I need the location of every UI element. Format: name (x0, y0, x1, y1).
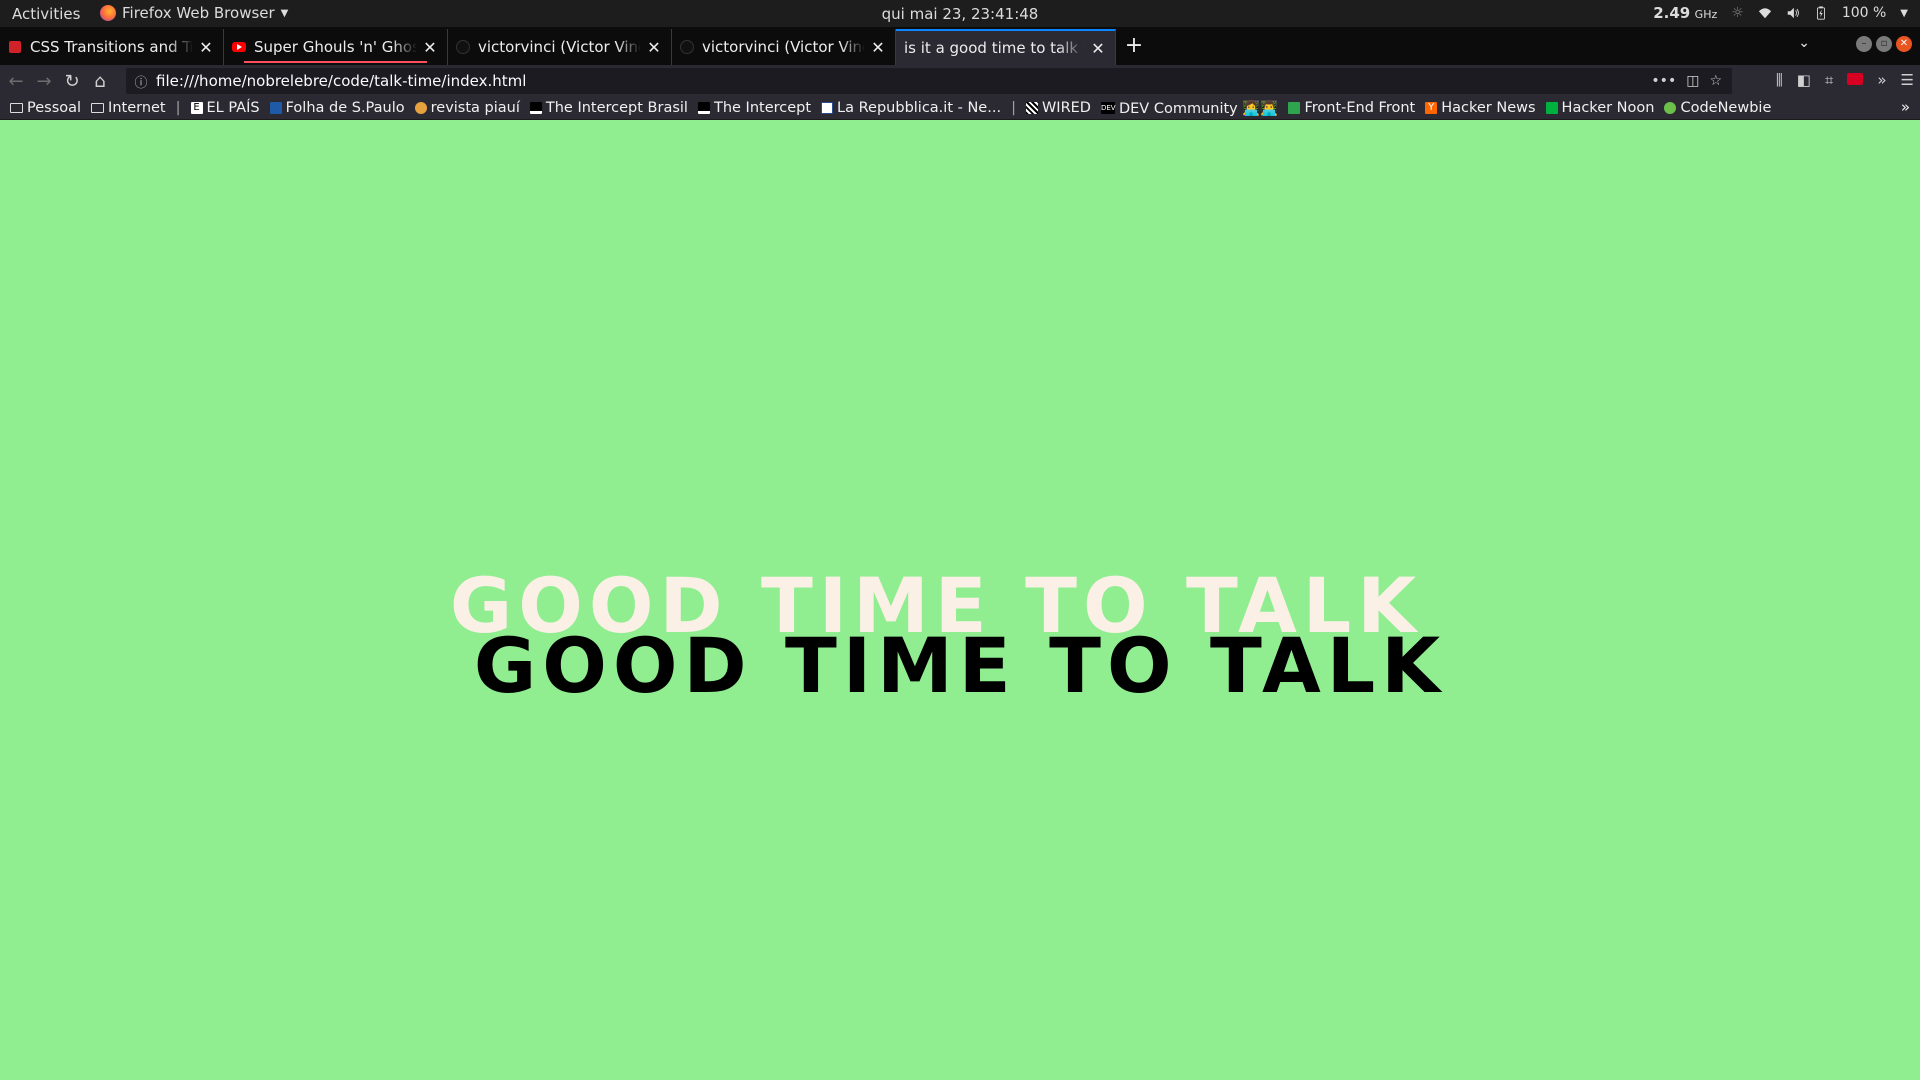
front-end-front-icon (1288, 102, 1301, 114)
bookmark-hacker-noon[interactable]: Hacker Noon (1545, 100, 1654, 116)
url-bar[interactable]: ⓘ file:///home/nobrelebre/code/talk-time… (126, 68, 1732, 94)
activities-button[interactable]: Activities (12, 5, 80, 23)
el-pais-icon: E (190, 102, 203, 114)
app-menu-label: Firefox Web Browser (122, 4, 275, 22)
forward-icon[interactable]: → (30, 71, 58, 92)
caret-down-icon: ▼ (1900, 7, 1908, 19)
bookmark-hacker-news[interactable]: Y Hacker News (1425, 100, 1536, 116)
battery-percent: 100 % (1841, 5, 1887, 21)
bookmark-dev-community[interactable]: DEV DEV Community 👩‍💻👨‍💻 (1100, 100, 1278, 117)
folder-icon (10, 103, 23, 113)
close-window-icon[interactable]: ✕ (1896, 36, 1912, 52)
close-tab-icon[interactable]: ✕ (645, 38, 663, 57)
bookmark-folha[interactable]: Folha de S.Paulo (269, 100, 405, 116)
close-tab-icon[interactable]: ✕ (197, 38, 215, 57)
tab-title: victorvinci (Victor Vinci) (702, 38, 865, 56)
tab-github-victorvinci[interactable]: victorvinci (Victor Vinci) ✕ (448, 29, 672, 65)
pocket-icon[interactable]: ◫ (1686, 73, 1699, 89)
back-icon[interactable]: ← (2, 71, 30, 92)
bookmarks-overflow-icon[interactable]: » (1901, 98, 1910, 116)
bookmark-intercept-brasil[interactable]: The Intercept Brasil (529, 100, 688, 116)
media-playing-indicator (244, 61, 427, 63)
tab-title: is it a good time to talk to me (904, 39, 1085, 57)
bookmark-revista-piaui[interactable]: revista piauí (414, 100, 520, 116)
github-icon (680, 40, 694, 54)
dev-icon: DEV (1100, 102, 1116, 114)
folder-icon (91, 103, 105, 113)
youtube-icon (232, 40, 246, 54)
bookmark-star-icon[interactable]: ☆ (1709, 73, 1722, 89)
bookmark-intercept[interactable]: The Intercept (697, 100, 811, 116)
reload-icon[interactable]: ↻ (58, 71, 86, 92)
navigation-toolbar: ← → ↻ ⌂ ⓘ file:///home/nobrelebre/code/t… (0, 65, 1920, 97)
library-icon[interactable]: ⫼ (1776, 71, 1783, 89)
hacker-noon-icon (1545, 102, 1558, 114)
page-content: GOOD TIME TO TALK GOOD TIME TO TALK (0, 120, 1920, 1080)
desktop: Activities Firefox Web Browser ▼ qui mai… (0, 0, 1920, 1080)
tab-title: CSS Transitions and Transforms (30, 38, 193, 56)
folha-icon (269, 102, 282, 114)
bookmark-folder-internet[interactable]: Internet (91, 100, 166, 116)
home-icon[interactable]: ⌂ (86, 71, 114, 92)
headline: GOOD TIME TO TALK (473, 621, 1447, 710)
minimize-icon[interactable]: – (1856, 36, 1872, 52)
intercept-icon (529, 102, 542, 114)
brightness-icon: ☼ (1731, 5, 1744, 21)
bookmark-separator: | (1011, 100, 1016, 116)
maximize-icon[interactable]: ▫ (1876, 36, 1892, 52)
close-tab-icon[interactable]: ✕ (869, 38, 887, 57)
piaui-icon (414, 102, 427, 114)
bookmarks-toolbar: Pessoal Internet | E EL PAÍS Folha de S.P… (0, 97, 1920, 120)
tab-css-transitions[interactable]: CSS Transitions and Transforms ✕ (0, 29, 224, 65)
window-controls: – ▫ ✕ (1856, 36, 1912, 52)
github-icon (456, 40, 470, 54)
app-menu[interactable]: Firefox Web Browser ▼ (100, 4, 288, 22)
bookmark-folder-pessoal[interactable]: Pessoal (10, 100, 81, 116)
system-clock[interactable]: qui mai 23, 23:41:48 (882, 5, 1039, 23)
battery-icon (1816, 6, 1825, 20)
more-tools-icon[interactable]: » (1877, 71, 1886, 89)
hamburger-menu-icon[interactable]: ☰ (1901, 71, 1914, 89)
volume-icon (1787, 7, 1799, 19)
tab-title: Super Ghouls 'n' Ghosts (254, 38, 417, 56)
sidebar-icon[interactable]: ◧ (1797, 71, 1811, 89)
system-top-bar: Activities Firefox Web Browser ▼ qui mai… (0, 0, 1920, 27)
caret-down-icon: ▼ (280, 7, 289, 19)
codenewbie-icon (1664, 102, 1677, 114)
url-input[interactable]: file:///home/nobrelebre/code/talk-time/i… (156, 72, 1651, 90)
info-icon[interactable]: ⓘ (126, 72, 156, 91)
bookmark-front-end-front[interactable]: Front-End Front (1288, 100, 1415, 116)
bookmark-separator: | (175, 100, 181, 116)
hacker-news-icon: Y (1425, 102, 1438, 114)
bookmark-el-pais[interactable]: E EL PAÍS (190, 100, 260, 116)
page-actions-icon[interactable]: ••• (1651, 73, 1676, 89)
tab-strip: CSS Transitions and Transforms ✕ Super G… (0, 27, 1920, 65)
status-area[interactable]: 2.49 GHz ☼ 100 % ▼ (1653, 4, 1908, 22)
wifi-icon (1758, 8, 1771, 19)
repubblica-icon (821, 102, 834, 114)
firefox-icon (100, 5, 116, 21)
screenshot-icon[interactable]: ⌗ (1825, 71, 1833, 89)
tab-github-victorvinci-2[interactable]: victorvinci (Victor Vinci) ✕ (672, 29, 896, 65)
close-tab-icon[interactable]: ✕ (1089, 39, 1107, 58)
extension-icon[interactable] (1847, 73, 1864, 85)
tab-super-ghouls[interactable]: Super Ghouls 'n' Ghosts ✕ (224, 29, 448, 65)
wired-icon (1025, 102, 1038, 114)
new-tab-button[interactable]: + (1116, 29, 1152, 65)
treehouse-icon (8, 40, 22, 54)
tab-talk-time[interactable]: is it a good time to talk to me ✕ (896, 29, 1116, 65)
bookmark-repubblica[interactable]: La Repubblica.it - Ne... (821, 100, 1001, 116)
tab-title: victorvinci (Victor Vinci) (478, 38, 641, 56)
bookmark-wired[interactable]: WIRED (1025, 100, 1091, 116)
bookmark-codenewbie[interactable]: CodeNewbie (1664, 100, 1771, 116)
close-tab-icon[interactable]: ✕ (421, 38, 439, 57)
cpu-frequency: 2.49 GHz (1653, 4, 1718, 22)
list-all-tabs-icon[interactable]: ⌄ (1798, 35, 1810, 51)
intercept-icon (697, 102, 710, 114)
